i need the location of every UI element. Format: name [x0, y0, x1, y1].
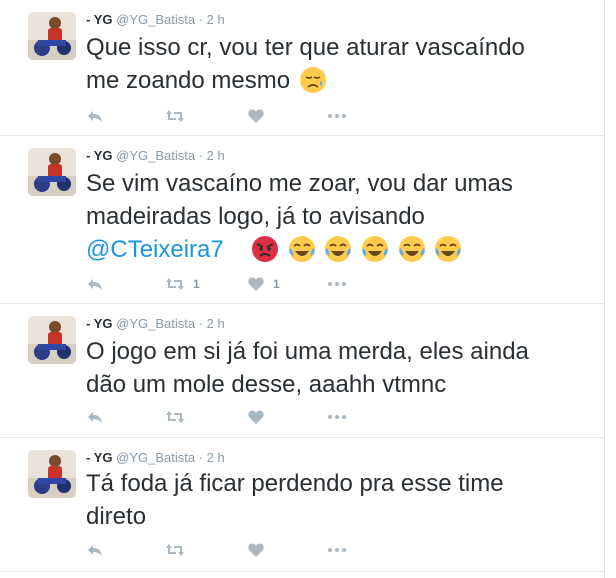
reply-icon	[88, 279, 102, 290]
display-name[interactable]: - YG	[86, 450, 113, 465]
tweet-actions	[86, 540, 446, 560]
tweet[interactable]: - YG @YG_Batista · 2 h Que isso cr, vou …	[0, 0, 604, 136]
username[interactable]: @YG_Batista	[116, 316, 195, 331]
tweet-text-line-2: me zoando mesmo	[86, 64, 586, 97]
heart-icon	[248, 410, 264, 424]
reply-icon	[88, 111, 102, 122]
like-button[interactable]: 1	[247, 274, 280, 294]
tweet-header: - YG @YG_Batista · 2 h	[86, 450, 225, 466]
retweet-icon	[166, 110, 184, 122]
reply-button[interactable]	[86, 106, 104, 126]
reply-icon	[88, 545, 102, 556]
retweet-button[interactable]	[165, 540, 193, 560]
retweet-button[interactable]	[165, 106, 193, 126]
reply-button[interactable]	[86, 274, 104, 294]
heart-icon	[248, 543, 264, 557]
heart-icon	[248, 109, 264, 123]
more-button[interactable]	[326, 540, 348, 560]
display-name[interactable]: - YG	[86, 148, 113, 163]
joy-emoji	[325, 236, 352, 262]
tweet-text: Tá foda já ficar perdendo pra esse time …	[86, 467, 586, 533]
tweet-actions	[86, 407, 446, 427]
tweet-text-line: direto	[86, 503, 147, 530]
joy-emoji	[398, 236, 425, 262]
tweet-text: Se vim vascaíno me zoar, vou dar umas ma…	[86, 167, 586, 266]
more-icon	[328, 282, 346, 286]
tweet-text: Que isso cr, vou ter que aturar vascaínd…	[86, 31, 586, 97]
tweet-text-line: dão um mole desse, aaahh vtmnc	[86, 371, 447, 398]
avatar[interactable]	[28, 316, 76, 364]
retweet-count: 1	[193, 277, 200, 291]
more-icon	[328, 548, 346, 552]
tweet-text-line: Se vim vascaíno me zoar, vou dar umas	[86, 170, 513, 197]
tweet-text-line: me zoando mesmo	[86, 67, 291, 94]
timestamp[interactable]: 2 h	[207, 450, 225, 465]
retweet-button[interactable]	[165, 407, 193, 427]
avatar[interactable]	[28, 148, 76, 196]
retweet-icon	[166, 278, 184, 290]
pouting-face-emoji	[252, 236, 279, 262]
username[interactable]: @YG_Batista	[116, 450, 195, 465]
separator: ·	[198, 450, 204, 465]
more-icon	[328, 415, 346, 419]
like-count: 1	[273, 277, 280, 291]
tweet-text-line-3: @CTeixeira7	[86, 233, 586, 266]
tweet-actions: 1 1	[86, 274, 446, 294]
display-name[interactable]: - YG	[86, 316, 113, 331]
reply-button[interactable]	[86, 540, 104, 560]
avatar[interactable]	[28, 450, 76, 498]
reply-button[interactable]	[86, 407, 104, 427]
more-button[interactable]	[326, 106, 348, 126]
retweet-button[interactable]: 1	[165, 274, 200, 294]
mention-link[interactable]: @CTeixeira7	[86, 236, 224, 263]
timestamp[interactable]: 2 h	[207, 12, 225, 27]
joy-emoji	[362, 236, 389, 262]
display-name[interactable]: - YG	[86, 12, 113, 27]
tweet-text-line: O jogo em si já foi uma merda, eles aind…	[86, 338, 529, 365]
joy-emoji	[288, 236, 315, 262]
tweet-text-line: Que isso cr, vou ter que aturar vascaínd…	[86, 34, 525, 61]
tweet-text: O jogo em si já foi uma merda, eles aind…	[86, 335, 586, 401]
timeline: - YG @YG_Batista · 2 h Que isso cr, vou …	[0, 0, 605, 578]
separator: ·	[198, 148, 204, 163]
disappointed-relieved-emoji	[299, 67, 326, 93]
timestamp[interactable]: 2 h	[207, 148, 225, 163]
like-button[interactable]	[247, 407, 273, 427]
tweet[interactable]: - YG @YG_Batista · 2 h Tá foda já ficar …	[0, 438, 604, 572]
tweet[interactable]: - YG @YG_Batista · 2 h O jogo em si já f…	[0, 304, 604, 438]
joy-emoji	[435, 236, 462, 262]
tweet[interactable]: - YG @YG_Batista · 2 h Se vim vascaíno m…	[0, 136, 604, 304]
timestamp[interactable]: 2 h	[207, 316, 225, 331]
reply-icon	[88, 412, 102, 423]
tweet-text-line: madeiradas logo, já to avisando	[86, 203, 425, 230]
avatar[interactable]	[28, 12, 76, 60]
separator: ·	[198, 316, 204, 331]
tweet-header: - YG @YG_Batista · 2 h	[86, 148, 225, 164]
username[interactable]: @YG_Batista	[116, 148, 195, 163]
heart-icon	[248, 277, 264, 291]
tweet-header: - YG @YG_Batista · 2 h	[86, 316, 225, 332]
retweet-icon	[166, 544, 184, 556]
retweet-icon	[166, 411, 184, 423]
more-icon	[328, 114, 346, 118]
tweet-header: - YG @YG_Batista · 2 h	[86, 12, 225, 28]
tweet-text-line: Tá foda já ficar perdendo pra esse time	[86, 470, 504, 497]
more-button[interactable]	[326, 407, 348, 427]
tweet-actions	[86, 106, 446, 126]
username[interactable]: @YG_Batista	[116, 12, 195, 27]
separator: ·	[198, 12, 204, 27]
like-button[interactable]	[247, 106, 273, 126]
like-button[interactable]	[247, 540, 273, 560]
more-button[interactable]	[326, 274, 348, 294]
